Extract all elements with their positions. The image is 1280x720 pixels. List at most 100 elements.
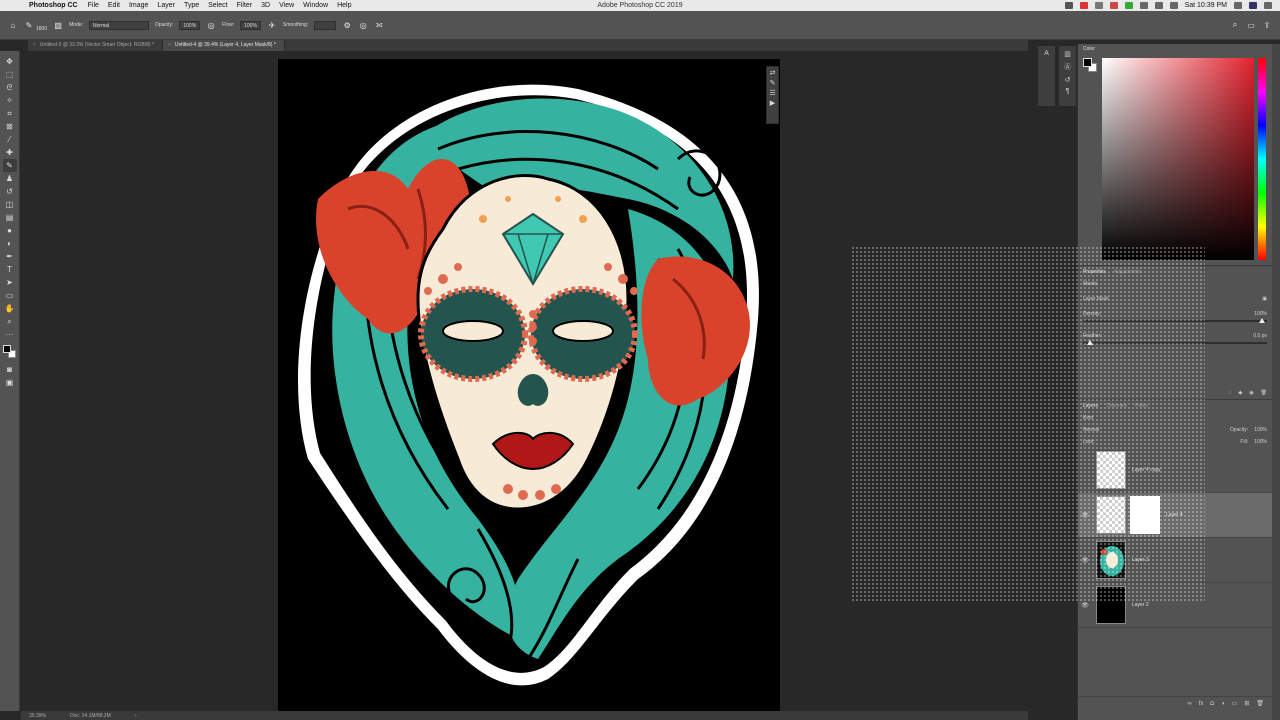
canvas-workspace[interactable]: ⇄ ✎ ☰ ▶ (21, 51, 1028, 711)
feather-slider[interactable] (1083, 340, 1267, 345)
foreground-color-swatch[interactable] (2, 345, 11, 353)
menu-image[interactable]: Image (129, 2, 148, 9)
brush-panel-icon[interactable]: ▧ (53, 20, 63, 30)
notification-icon[interactable] (1264, 2, 1272, 9)
layer-row-layer-4[interactable]: 👁 Layer 4 (1078, 493, 1272, 538)
mini-swap-icon[interactable]: ⇄ (770, 69, 776, 77)
opacity-field[interactable]: 100% (179, 20, 201, 30)
battery-app-icon[interactable] (1124, 2, 1133, 9)
mini-sliders-icon[interactable]: ☰ (769, 89, 775, 97)
layer-thumbnail[interactable] (1096, 586, 1126, 624)
close-icon[interactable]: × (168, 42, 171, 48)
tab-layers[interactable]: Layers (1083, 403, 1098, 409)
tab-properties[interactable]: Properties (1083, 269, 1106, 275)
menu-type[interactable]: Type (184, 2, 199, 9)
character-panel-icon[interactable]: A (1044, 50, 1049, 57)
menu-3d[interactable]: 3D (261, 2, 270, 9)
quick-mask-icon[interactable]: ◙ (3, 363, 17, 376)
link-layers-icon[interactable]: ∞ (1187, 701, 1191, 707)
blend-mode-select[interactable]: Normal (1083, 427, 1099, 433)
flow-field[interactable]: 100% (240, 20, 261, 30)
tab-untitled-4[interactable]: × Untitled-4 @ 39.4% (Layer 4, Layer Mask… (162, 40, 285, 51)
menu-view[interactable]: View (279, 2, 294, 9)
menu-filter[interactable]: Filter (237, 2, 253, 9)
apply-mask-icon[interactable]: ◆ (1238, 390, 1242, 396)
pressure-opacity-icon[interactable]: ◎ (206, 20, 216, 30)
menu-help[interactable]: Help (337, 2, 351, 9)
search-icon[interactable]: ⌕ (1230, 20, 1240, 30)
delete-mask-icon[interactable]: 🗑 (1261, 390, 1267, 396)
color-swatches[interactable] (2, 345, 17, 359)
layer-name[interactable]: Layer 3 (1132, 557, 1149, 563)
record-icon[interactable] (1064, 2, 1073, 9)
layer-row-layer-2[interactable]: 👁 Layer 2 (1078, 583, 1272, 628)
stamp-tool-icon[interactable]: ♟ (3, 172, 17, 185)
fill-value[interactable]: 100% (1254, 439, 1267, 445)
shape-tool-icon[interactable]: ▭ (3, 289, 17, 302)
layer-name[interactable]: Layer 4 copy (1132, 467, 1161, 473)
display-icon[interactable] (1094, 2, 1103, 9)
more-tools-icon[interactable]: ··· (3, 328, 17, 341)
add-mask-icon[interactable]: ◘ (1210, 701, 1214, 707)
libraries-panel-icon[interactable]: ▥ (1064, 50, 1071, 58)
siri-icon[interactable] (1249, 2, 1257, 9)
layer-row-layer-4-copy[interactable]: Layer 4 copy (1078, 448, 1272, 493)
mini-play-icon[interactable]: ▶ (770, 99, 775, 107)
spotlight-icon[interactable] (1234, 2, 1242, 9)
pen-tool-icon[interactable]: ✒ (3, 250, 17, 263)
tab-channels[interactable]: Channels (1106, 403, 1127, 409)
layer-name[interactable]: Layer 2 (1132, 602, 1149, 608)
mini-brush-icon[interactable]: ✎ (770, 79, 776, 87)
tab-paths[interactable]: Paths (1135, 403, 1148, 409)
color-field[interactable] (1102, 58, 1254, 260)
mode-select[interactable]: Normal (89, 20, 150, 30)
path-select-tool-icon[interactable]: ➤ (3, 276, 17, 289)
pressure-size-icon[interactable]: ◎ (358, 20, 368, 30)
layer-thumbnail[interactable] (1096, 541, 1126, 579)
layer-opacity-value[interactable]: 100% (1254, 427, 1267, 433)
hue-slider[interactable] (1258, 58, 1266, 260)
zoom-tool-icon[interactable]: ⌕ (3, 315, 17, 328)
smoothing-gear-icon[interactable]: ⚙ (342, 20, 352, 30)
type-tool-icon[interactable]: T (3, 263, 17, 276)
feather-value[interactable]: 0.0 px (1253, 333, 1267, 339)
panel-scrollbar[interactable] (1272, 44, 1280, 720)
close-icon[interactable]: × (33, 42, 36, 48)
menu-layer[interactable]: Layer (157, 2, 175, 9)
adjustment-layer-icon[interactable]: ◑ (1221, 701, 1225, 707)
tab-adjustments[interactable]: Adjustments (1114, 269, 1142, 275)
clock[interactable]: Sat 10:39 PM (1185, 2, 1227, 9)
tab-untitled-3[interactable]: × Untitled-3 @ 33.3% (Vector Smart Object… (28, 40, 163, 51)
symmetry-icon[interactable]: ⟗ (374, 20, 384, 30)
hand-tool-icon[interactable]: ✋ (3, 302, 17, 315)
density-slider-knob[interactable] (1259, 318, 1265, 323)
brush-tool-icon[interactable]: ✎ (2, 159, 17, 172)
layer-mask-thumbnail[interactable] (1130, 496, 1160, 534)
menu-window[interactable]: Window (303, 2, 328, 9)
marquee-tool-icon[interactable]: ⬚ (3, 68, 17, 81)
foreground-color-swatch[interactable] (1083, 58, 1092, 67)
density-slider[interactable] (1083, 318, 1267, 323)
feather-slider-knob[interactable] (1087, 340, 1093, 345)
kind-filter[interactable]: Kind (1083, 415, 1093, 421)
density-value[interactable]: 100% (1254, 311, 1267, 317)
delete-layer-icon[interactable]: 🗑 (1256, 700, 1264, 707)
brush-size-value[interactable]: 1800 (36, 26, 47, 32)
paragraph-styles-icon[interactable]: Ⓐ (1064, 62, 1071, 72)
visibility-icon[interactable]: 👁 (1078, 557, 1092, 564)
battery-icon[interactable] (1169, 2, 1178, 9)
crop-tool-icon[interactable]: ⌗ (3, 107, 17, 120)
layer-thumbnail[interactable] (1096, 496, 1126, 534)
visibility-icon[interactable]: 👁 (1078, 602, 1092, 609)
smoothing-field[interactable] (314, 20, 337, 30)
menu-app-name[interactable]: Photoshop CC (29, 2, 78, 9)
layer-row-layer-3[interactable]: 👁 Layer 3 (1078, 538, 1272, 583)
blur-tool-icon[interactable]: ● (3, 224, 17, 237)
quick-select-tool-icon[interactable]: ✧ (3, 94, 17, 107)
eraser-tool-icon[interactable]: ◫ (3, 198, 17, 211)
layer-name[interactable]: Layer 4 (1166, 512, 1183, 518)
layer-thumbnail[interactable] (1096, 451, 1126, 489)
color-panel-swatches[interactable] (1083, 58, 1097, 72)
share-icon[interactable]: ⇪ (1262, 20, 1272, 30)
layer-style-icon[interactable]: fx (1199, 701, 1204, 707)
